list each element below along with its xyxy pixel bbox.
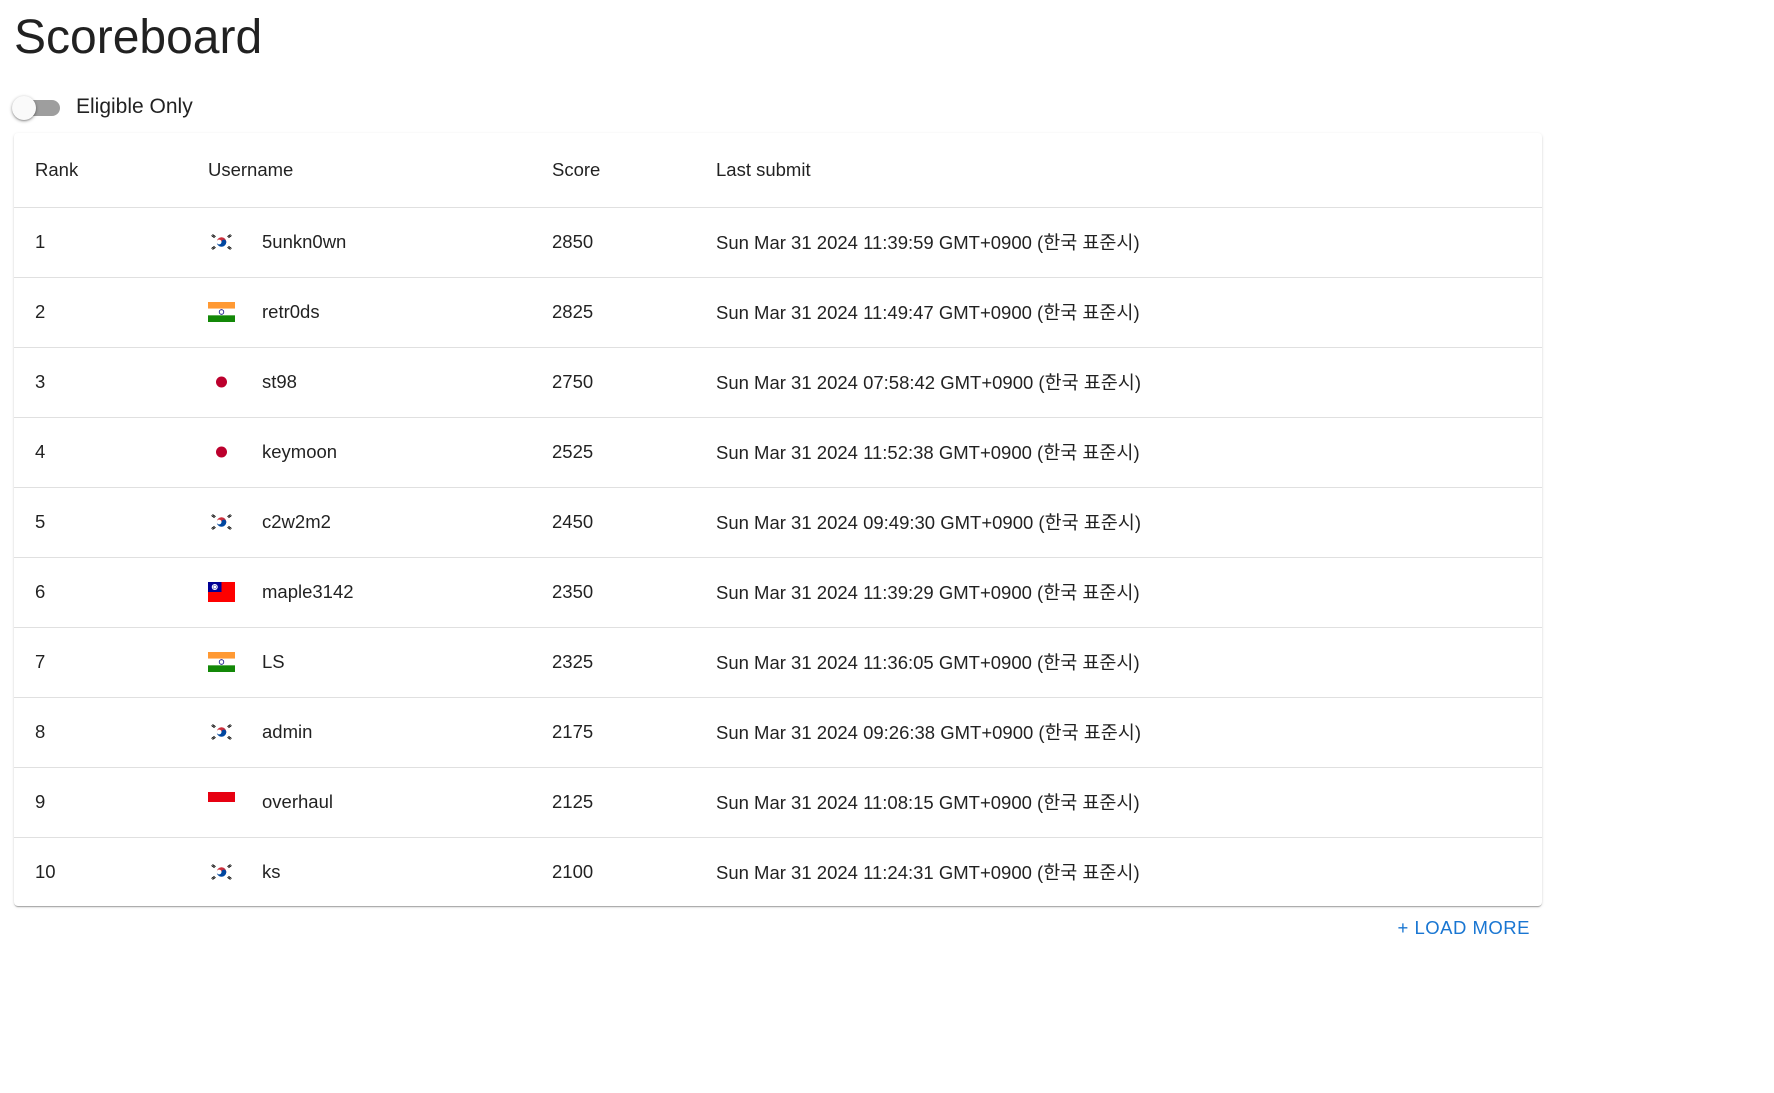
- table-row: 4 keymoon 2525 Sun Mar 31 2024 11:52:38 GMT…: [14, 417, 1542, 487]
- score-cell: 2850: [552, 231, 594, 252]
- score-cell: 2750: [552, 371, 594, 392]
- score-cell: 2350: [552, 581, 594, 602]
- kr-flag-icon: [208, 722, 235, 742]
- username[interactable]: overhaul: [262, 791, 333, 813]
- last-submit-cell: Sun Mar 31 2024 11:49:47 GMT+0900 (한국 표준…: [716, 302, 1140, 323]
- last-submit-cell: Sun Mar 31 2024 11:39:59 GMT+0900 (한국 표준…: [716, 232, 1140, 253]
- username[interactable]: retr0ds: [262, 301, 320, 323]
- in-flag-icon: [208, 652, 235, 672]
- rank-cell: 9: [35, 791, 46, 812]
- username-wrapper: c2w2m2: [208, 511, 552, 533]
- score-cell: 2825: [552, 301, 594, 322]
- page-title: Scoreboard: [14, 11, 263, 64]
- table-row: 2 retr0ds 2825 Sun Mar 31 2024 11:49:47 GMT…: [14, 277, 1542, 347]
- id-flag-icon: [208, 792, 235, 812]
- username-wrapper: keymoon: [208, 441, 552, 463]
- kr-flag-icon: [208, 232, 235, 252]
- scoreboard-table-card: Rank Username Score Last submit 1 5unkn0w…: [14, 133, 1542, 906]
- username[interactable]: c2w2m2: [262, 511, 331, 533]
- table-row: 6 maple3142 2350 Sun Mar 31 2024 11:39:29 G…: [14, 557, 1542, 627]
- rank-cell: 7: [35, 651, 46, 672]
- eligible-only-toggle-row: Eligible Only: [12, 92, 193, 122]
- table-row: 3 st98 2750 Sun Mar 31 2024 07:58:42 GMT+09…: [14, 347, 1542, 417]
- username[interactable]: st98: [262, 371, 297, 393]
- username-wrapper: retr0ds: [208, 301, 552, 323]
- column-header-last-submit: Last submit: [716, 133, 1542, 208]
- table-row: 5 c2w2m2 2450 Sun Mar 31 2024 09:49:30 GMT+…: [14, 487, 1542, 557]
- username-cell: maple3142: [208, 557, 552, 627]
- username[interactable]: maple3142: [262, 581, 354, 603]
- username-wrapper: LS: [208, 651, 552, 673]
- column-header-score: Score: [552, 133, 716, 208]
- jp-flag-icon: [208, 442, 235, 462]
- table-row: 7 LS 2325 Sun Mar 31 2024 11:36:05 GMT+0900…: [14, 627, 1542, 697]
- username-cell: 5unkn0wn: [208, 207, 552, 277]
- rank-cell: 8: [35, 721, 46, 742]
- last-submit-cell: Sun Mar 31 2024 11:24:31 GMT+0900 (한국 표준…: [716, 862, 1140, 884]
- username-cell: admin: [208, 697, 552, 767]
- table-row: 8 admin 2175 Sun Mar 31 2024 09:26:38 GMT+0…: [14, 697, 1542, 767]
- score-cell: 2450: [552, 511, 594, 532]
- username[interactable]: keymoon: [262, 441, 337, 463]
- kr-flag-icon: [208, 512, 235, 532]
- rank-cell: 2: [35, 301, 46, 322]
- table-body: 1 5unkn0wn 2850 Sun Mar 31 2024 11:39:59 GM…: [14, 207, 1542, 906]
- username-wrapper: st98: [208, 371, 552, 393]
- in-flag-icon: [208, 302, 235, 322]
- table-header-row: Rank Username Score Last submit: [14, 133, 1542, 208]
- kr-flag-icon: [208, 862, 235, 883]
- username-cell: st98: [208, 347, 552, 417]
- username-cell: overhaul: [208, 767, 552, 837]
- table-row: 9 overhaul 2125 Sun Mar 31 2024 11:08:15 GM…: [14, 767, 1542, 837]
- last-submit-cell: Sun Mar 31 2024 11:39:29 GMT+0900 (한국 표준…: [716, 582, 1140, 603]
- last-submit-cell: Sun Mar 31 2024 11:36:05 GMT+0900 (한국 표준…: [716, 652, 1140, 673]
- scoreboard-page: Scoreboard Eligible Only Rank Username S…: [0, 0, 1774, 1093]
- username-cell: ks: [208, 837, 552, 906]
- username[interactable]: 5unkn0wn: [262, 231, 346, 253]
- scoreboard-table: Rank Username Score Last submit 1 5unkn0w…: [14, 133, 1542, 906]
- switch-thumb[interactable]: [12, 96, 36, 120]
- score-cell: 2100: [552, 861, 594, 883]
- score-cell: 2125: [552, 791, 594, 812]
- last-submit-cell: Sun Mar 31 2024 09:49:30 GMT+0900 (한국 표준…: [716, 512, 1141, 533]
- score-cell: 2175: [552, 721, 594, 742]
- username-wrapper: overhaul: [208, 791, 552, 813]
- tw-flag-icon: [208, 582, 235, 602]
- username[interactable]: LS: [262, 651, 285, 673]
- rank-cell: 5: [35, 511, 46, 532]
- rank-cell: 6: [35, 581, 46, 602]
- username[interactable]: admin: [262, 721, 312, 743]
- username-wrapper: maple3142: [208, 581, 552, 603]
- score-cell: 2525: [552, 441, 594, 462]
- jp-flag-icon: [208, 372, 235, 392]
- score-cell: 2325: [552, 651, 594, 672]
- table-row: 10 ks 2100 Sun Mar 31 2024 11:24:31 GMT+090…: [14, 837, 1542, 906]
- username-cell: c2w2m2: [208, 487, 552, 557]
- rank-cell: 10: [35, 861, 56, 883]
- username-wrapper: admin: [208, 721, 552, 743]
- last-submit-cell: Sun Mar 31 2024 07:58:42 GMT+0900 (한국 표준…: [716, 372, 1141, 393]
- username-cell: keymoon: [208, 417, 552, 487]
- table-row: 1 5unkn0wn 2850 Sun Mar 31 2024 11:39:59 GM…: [14, 207, 1542, 277]
- rank-cell: 4: [35, 441, 46, 462]
- load-more-button[interactable]: + LOAD MORE: [1398, 917, 1530, 939]
- username[interactable]: ks: [262, 861, 281, 883]
- column-header-rank: Rank: [14, 133, 208, 208]
- column-header-username: Username: [208, 133, 552, 208]
- username-cell: LS: [208, 627, 552, 697]
- username-wrapper: 5unkn0wn: [208, 231, 552, 253]
- rank-cell: 3: [35, 371, 46, 392]
- last-submit-cell: Sun Mar 31 2024 11:08:15 GMT+0900 (한국 표준…: [716, 792, 1140, 813]
- username-wrapper: ks: [208, 861, 552, 883]
- eligible-only-label: Eligible Only: [76, 95, 193, 118]
- rank-cell: 1: [35, 231, 46, 252]
- last-submit-cell: Sun Mar 31 2024 11:52:38 GMT+0900 (한국 표준…: [716, 442, 1140, 463]
- username-cell: retr0ds: [208, 277, 552, 347]
- last-submit-cell: Sun Mar 31 2024 09:26:38 GMT+0900 (한국 표준…: [716, 722, 1141, 743]
- eligible-only-switch[interactable]: [12, 92, 62, 122]
